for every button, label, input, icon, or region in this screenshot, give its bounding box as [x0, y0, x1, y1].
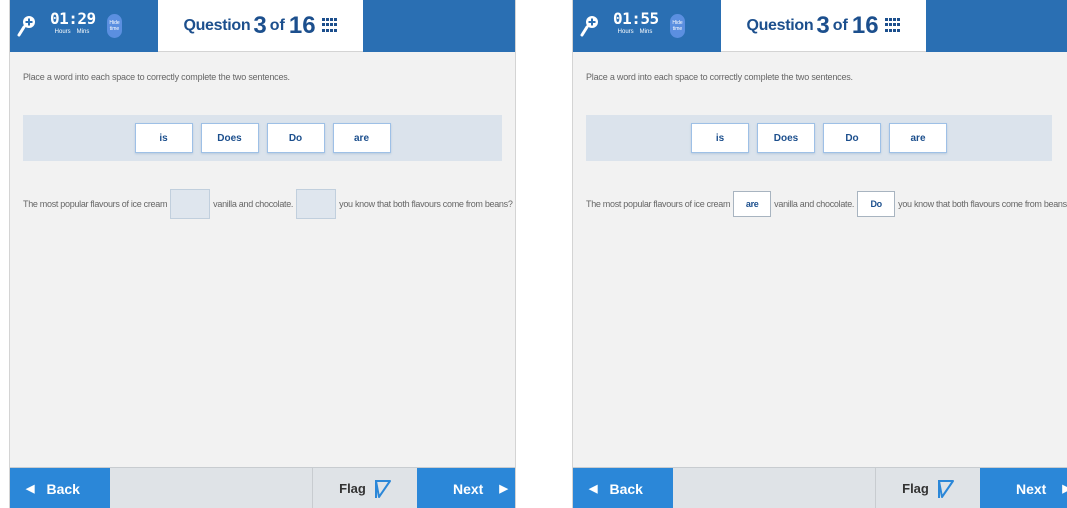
question-of: of — [832, 16, 848, 34]
hide-time-toggle[interactable]: Hide time — [670, 14, 685, 38]
zoom-in-button[interactable] — [16, 9, 42, 43]
drop-blank-1[interactable]: are — [733, 191, 772, 217]
timer-mins-label: Mins — [639, 29, 653, 35]
timer-value: 01:55 — [613, 9, 659, 28]
header-bar: 01:29 Hours Mins Hide time Question 3 of … — [10, 0, 515, 52]
flag-label: Flag — [339, 481, 366, 496]
timer-hours-label: Hours — [617, 29, 634, 35]
blank-2-value: Do — [870, 199, 882, 209]
timer-units: Hours Mins — [613, 28, 657, 36]
flag-button[interactable]: Flag — [875, 468, 980, 508]
word-tile-do[interactable]: Do — [266, 123, 325, 153]
next-label: Next — [1016, 480, 1047, 497]
magnifier-plus-icon — [17, 16, 35, 37]
timer-value: 01:29 — [50, 9, 96, 28]
question-of: of — [269, 16, 285, 34]
test-screen-left: 01:29 Hours Mins Hide time Question 3 of … — [9, 0, 516, 508]
back-button[interactable]: ◀ Back — [573, 468, 673, 508]
blank-2-value — [297, 190, 335, 218]
word-tile-are[interactable]: are — [332, 123, 391, 153]
question-current: 3 — [816, 11, 830, 39]
countdown-timer: 01:29 Hours Mins — [50, 9, 96, 36]
word-tile-is[interactable]: is — [134, 123, 193, 153]
next-label: Next — [453, 480, 484, 497]
hide-time-toggle[interactable]: Hide time — [107, 14, 122, 38]
timer-units: Hours Mins — [50, 28, 94, 36]
question-instruction: Place a word into each space to correctl… — [586, 72, 853, 82]
word-tile-does[interactable]: Does — [757, 123, 815, 153]
left-arrow-icon: ◀ — [589, 483, 598, 495]
right-arrow-icon: ▶ — [1062, 482, 1067, 495]
question-total: 16 — [288, 11, 316, 39]
footer-bar: ◀ Back Flag Next ▶ — [573, 467, 1067, 508]
question-total: 16 — [851, 11, 879, 39]
next-button[interactable]: Next ▶ — [417, 468, 515, 508]
question-current: 3 — [253, 11, 267, 39]
next-button[interactable]: Next ▶ — [980, 468, 1067, 508]
flag-icon — [937, 479, 954, 498]
sentence-part-2: vanilla and chocolate. — [774, 199, 855, 209]
zoom-in-button[interactable] — [579, 9, 605, 43]
header-right-area — [926, 0, 1067, 52]
sentence-part-2: vanilla and chocolate. — [213, 199, 294, 209]
word-tile-does[interactable]: Does — [200, 123, 259, 153]
sentence-part-3: you know that both flavours come from be… — [898, 199, 1067, 209]
back-label: Back — [46, 480, 80, 497]
header-right-area — [363, 0, 515, 52]
flag-icon — [374, 479, 391, 498]
question-counter[interactable]: Question 3 of 16 — [721, 0, 926, 52]
back-button[interactable]: ◀ Back — [10, 468, 110, 508]
question-prefix: Question — [183, 16, 251, 34]
test-screen-right: 01:55 Hours Mins Hide time Question 3 of … — [572, 0, 1067, 508]
magnifier-plus-icon — [580, 16, 598, 37]
drop-blank-2[interactable]: Do — [857, 191, 896, 217]
word-tile-are[interactable]: are — [889, 123, 947, 153]
blank-1-value: are — [745, 199, 759, 209]
word-tile-is[interactable]: is — [691, 123, 749, 153]
word-tile-do[interactable]: Do — [823, 123, 881, 153]
flag-label: Flag — [902, 481, 929, 496]
question-instruction: Place a word into each space to correctl… — [23, 72, 290, 82]
footer-bar: ◀ Back Flag Next ▶ — [10, 467, 515, 508]
blank-1-value — [171, 190, 209, 218]
left-arrow-icon: ◀ — [26, 483, 35, 495]
word-bank: is Does Do are — [23, 115, 502, 161]
countdown-timer: 01:55 Hours Mins — [613, 9, 659, 36]
drop-blank-2[interactable] — [296, 189, 337, 219]
sentence-part-1: The most popular flavours of ice cream — [586, 199, 731, 209]
sentence-line: The most popular flavours of ice cream v… — [23, 188, 513, 220]
timer-hours-label: Hours — [54, 29, 71, 35]
drop-blank-1[interactable] — [170, 189, 211, 219]
sentence-part-3: you know that both flavours come from be… — [339, 199, 513, 209]
question-counter[interactable]: Question 3 of 16 — [158, 0, 363, 52]
header-bar: 01:55 Hours Mins Hide time Question 3 of … — [573, 0, 1067, 52]
sentence-line: The most popular flavours of ice cream a… — [586, 188, 1067, 220]
timer-mins-label: Mins — [76, 29, 90, 35]
grid-icon[interactable] — [321, 18, 338, 33]
question-prefix: Question — [746, 16, 814, 34]
flag-button[interactable]: Flag — [312, 468, 417, 508]
grid-icon[interactable] — [884, 18, 901, 33]
right-arrow-icon: ▶ — [499, 483, 508, 495]
word-bank: is Does Do are — [586, 115, 1052, 161]
back-label: Back — [609, 480, 643, 497]
sentence-part-1: The most popular flavours of ice cream — [23, 199, 168, 209]
